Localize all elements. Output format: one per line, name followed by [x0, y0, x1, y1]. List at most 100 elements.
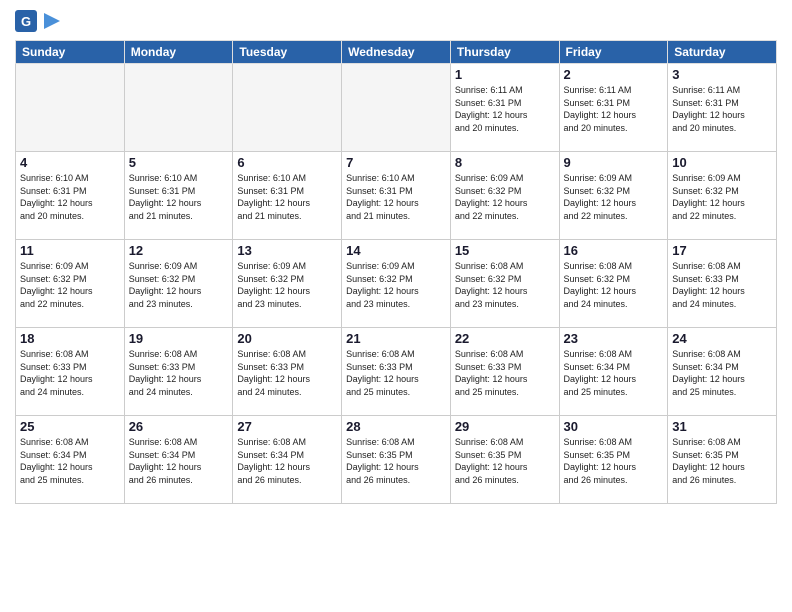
calendar-cell: 15 Sunrise: 6:08 AM Sunset: 6:32 PM Dayli…: [450, 240, 559, 328]
day-info: Sunrise: 6:08 AM Sunset: 6:33 PM Dayligh…: [20, 348, 120, 398]
day-number: 5: [129, 155, 229, 170]
day-number: 28: [346, 419, 446, 434]
calendar-cell: [124, 64, 233, 152]
calendar-cell: [342, 64, 451, 152]
day-number: 11: [20, 243, 120, 258]
logo-arrow-icon: [44, 13, 60, 29]
calendar-cell: 25 Sunrise: 6:08 AM Sunset: 6:34 PM Dayli…: [16, 416, 125, 504]
day-number: 31: [672, 419, 772, 434]
calendar-cell: [233, 64, 342, 152]
weekday-header-friday: Friday: [559, 41, 668, 64]
calendar-cell: 31 Sunrise: 6:08 AM Sunset: 6:35 PM Dayli…: [668, 416, 777, 504]
day-number: 18: [20, 331, 120, 346]
day-info: Sunrise: 6:08 AM Sunset: 6:34 PM Dayligh…: [672, 348, 772, 398]
day-info: Sunrise: 6:08 AM Sunset: 6:34 PM Dayligh…: [237, 436, 337, 486]
week-row-4: 25 Sunrise: 6:08 AM Sunset: 6:34 PM Dayli…: [16, 416, 777, 504]
day-number: 17: [672, 243, 772, 258]
calendar-cell: 18 Sunrise: 6:08 AM Sunset: 6:33 PM Dayli…: [16, 328, 125, 416]
week-row-3: 18 Sunrise: 6:08 AM Sunset: 6:33 PM Dayli…: [16, 328, 777, 416]
day-number: 29: [455, 419, 555, 434]
day-info: Sunrise: 6:08 AM Sunset: 6:35 PM Dayligh…: [346, 436, 446, 486]
calendar-cell: 20Sunrise: 6:08 AM Sunset: 6:33 PM Dayli…: [233, 328, 342, 416]
day-info: Sunrise: 6:09 AM Sunset: 6:32 PM Dayligh…: [455, 172, 555, 222]
calendar-cell: 14 Sunrise: 6:09 AM Sunset: 6:32 PM Dayli…: [342, 240, 451, 328]
day-info: Sunrise: 6:08 AM Sunset: 6:34 PM Dayligh…: [20, 436, 120, 486]
calendar-cell: 9 Sunrise: 6:09 AM Sunset: 6:32 PM Daylig…: [559, 152, 668, 240]
calendar-cell: 8 Sunrise: 6:09 AM Sunset: 6:32 PM Daylig…: [450, 152, 559, 240]
day-info: Sunrise: 6:09 AM Sunset: 6:32 PM Dayligh…: [564, 172, 664, 222]
weekday-header-tuesday: Tuesday: [233, 41, 342, 64]
day-number: 12: [129, 243, 229, 258]
week-row-2: 11 Sunrise: 6:09 AM Sunset: 6:32 PM Dayli…: [16, 240, 777, 328]
day-info: Sunrise: 6:10 AM Sunset: 6:31 PM Dayligh…: [129, 172, 229, 222]
day-info: Sunrise: 6:11 AM Sunset: 6:31 PM Dayligh…: [564, 84, 664, 134]
weekday-header-sunday: Sunday: [16, 41, 125, 64]
calendar-cell: 30 Sunrise: 6:08 AM Sunset: 6:35 PM Dayli…: [559, 416, 668, 504]
calendar-cell: 3 Sunrise: 6:11 AM Sunset: 6:31 PM Daylig…: [668, 64, 777, 152]
day-info: Sunrise: 6:09 AM Sunset: 6:32 PM Dayligh…: [346, 260, 446, 310]
calendar-cell: 21Sunrise: 6:08 AM Sunset: 6:33 PM Dayli…: [342, 328, 451, 416]
day-info: Sunrise: 6:09 AM Sunset: 6:32 PM Dayligh…: [237, 260, 337, 310]
day-info: Sunrise: 6:08 AM Sunset: 6:32 PM Dayligh…: [564, 260, 664, 310]
calendar-cell: 29 Sunrise: 6:08 AM Sunset: 6:35 PM Dayli…: [450, 416, 559, 504]
day-info: Sunrise: 6:08 AM Sunset: 6:32 PM Dayligh…: [455, 260, 555, 310]
weekday-header-wednesday: Wednesday: [342, 41, 451, 64]
day-info: Sunrise: 6:08 AM Sunset: 6:35 PM Dayligh…: [672, 436, 772, 486]
day-number: 15: [455, 243, 555, 258]
day-number: 7: [346, 155, 446, 170]
day-number: 23: [564, 331, 664, 346]
day-number: 24: [672, 331, 772, 346]
calendar-cell: 16 Sunrise: 6:08 AM Sunset: 6:32 PM Dayli…: [559, 240, 668, 328]
calendar-cell: 1 Sunrise: 6:11 AM Sunset: 6:31 PM Daylig…: [450, 64, 559, 152]
day-number: 30: [564, 419, 664, 434]
day-number: 8: [455, 155, 555, 170]
day-info: Sunrise: 6:09 AM Sunset: 6:32 PM Dayligh…: [672, 172, 772, 222]
day-number: 16: [564, 243, 664, 258]
day-number: 27: [237, 419, 337, 434]
svg-text:G: G: [21, 14, 31, 29]
logo: G: [15, 10, 60, 32]
weekday-header-monday: Monday: [124, 41, 233, 64]
day-number: 2: [564, 67, 664, 82]
day-number: 14: [346, 243, 446, 258]
day-info: Sunrise: 6:09 AM Sunset: 6:32 PM Dayligh…: [129, 260, 229, 310]
day-info: Sunrise: 6:08 AM Sunset: 6:33 PM Dayligh…: [129, 348, 229, 398]
day-number: 9: [564, 155, 664, 170]
day-number: 25: [20, 419, 120, 434]
calendar-cell: 26Sunrise: 6:08 AM Sunset: 6:34 PM Dayli…: [124, 416, 233, 504]
weekday-header-row: SundayMondayTuesdayWednesdayThursdayFrid…: [16, 41, 777, 64]
day-number: 1: [455, 67, 555, 82]
day-info: Sunrise: 6:08 AM Sunset: 6:35 PM Dayligh…: [564, 436, 664, 486]
weekday-header-saturday: Saturday: [668, 41, 777, 64]
day-info: Sunrise: 6:10 AM Sunset: 6:31 PM Dayligh…: [237, 172, 337, 222]
day-info: Sunrise: 6:08 AM Sunset: 6:33 PM Dayligh…: [672, 260, 772, 310]
calendar-cell: 28 Sunrise: 6:08 AM Sunset: 6:35 PM Dayli…: [342, 416, 451, 504]
day-info: Sunrise: 6:11 AM Sunset: 6:31 PM Dayligh…: [672, 84, 772, 134]
day-number: 4: [20, 155, 120, 170]
day-number: 21: [346, 331, 446, 346]
calendar-cell: 4 Sunrise: 6:10 AM Sunset: 6:31 PM Daylig…: [16, 152, 125, 240]
day-number: 22: [455, 331, 555, 346]
day-info: Sunrise: 6:08 AM Sunset: 6:34 PM Dayligh…: [564, 348, 664, 398]
day-number: 13: [237, 243, 337, 258]
calendar-cell: 6 Sunrise: 6:10 AM Sunset: 6:31 PM Daylig…: [233, 152, 342, 240]
day-number: 19: [129, 331, 229, 346]
weekday-header-thursday: Thursday: [450, 41, 559, 64]
day-info: Sunrise: 6:10 AM Sunset: 6:31 PM Dayligh…: [20, 172, 120, 222]
calendar-cell: 27 Sunrise: 6:08 AM Sunset: 6:34 PM Dayli…: [233, 416, 342, 504]
day-number: 3: [672, 67, 772, 82]
day-info: Sunrise: 6:10 AM Sunset: 6:31 PM Dayligh…: [346, 172, 446, 222]
day-number: 20: [237, 331, 337, 346]
day-number: 6: [237, 155, 337, 170]
calendar-cell: 23 Sunrise: 6:08 AM Sunset: 6:34 PM Dayli…: [559, 328, 668, 416]
day-info: Sunrise: 6:11 AM Sunset: 6:31 PM Dayligh…: [455, 84, 555, 134]
calendar-cell: 11Sunrise: 6:09 AM Sunset: 6:32 PM Dayli…: [16, 240, 125, 328]
week-row-1: 4 Sunrise: 6:10 AM Sunset: 6:31 PM Daylig…: [16, 152, 777, 240]
page: G SundayMondayTuesdayWednesdayThursdayFr…: [0, 0, 792, 612]
week-row-0: 1 Sunrise: 6:11 AM Sunset: 6:31 PM Daylig…: [16, 64, 777, 152]
day-info: Sunrise: 6:08 AM Sunset: 6:34 PM Dayligh…: [129, 436, 229, 486]
calendar-cell: 22Sunrise: 6:08 AM Sunset: 6:33 PM Dayli…: [450, 328, 559, 416]
calendar-cell: 2 Sunrise: 6:11 AM Sunset: 6:31 PM Daylig…: [559, 64, 668, 152]
logo-icon: G: [15, 10, 37, 32]
day-info: Sunrise: 6:08 AM Sunset: 6:35 PM Dayligh…: [455, 436, 555, 486]
